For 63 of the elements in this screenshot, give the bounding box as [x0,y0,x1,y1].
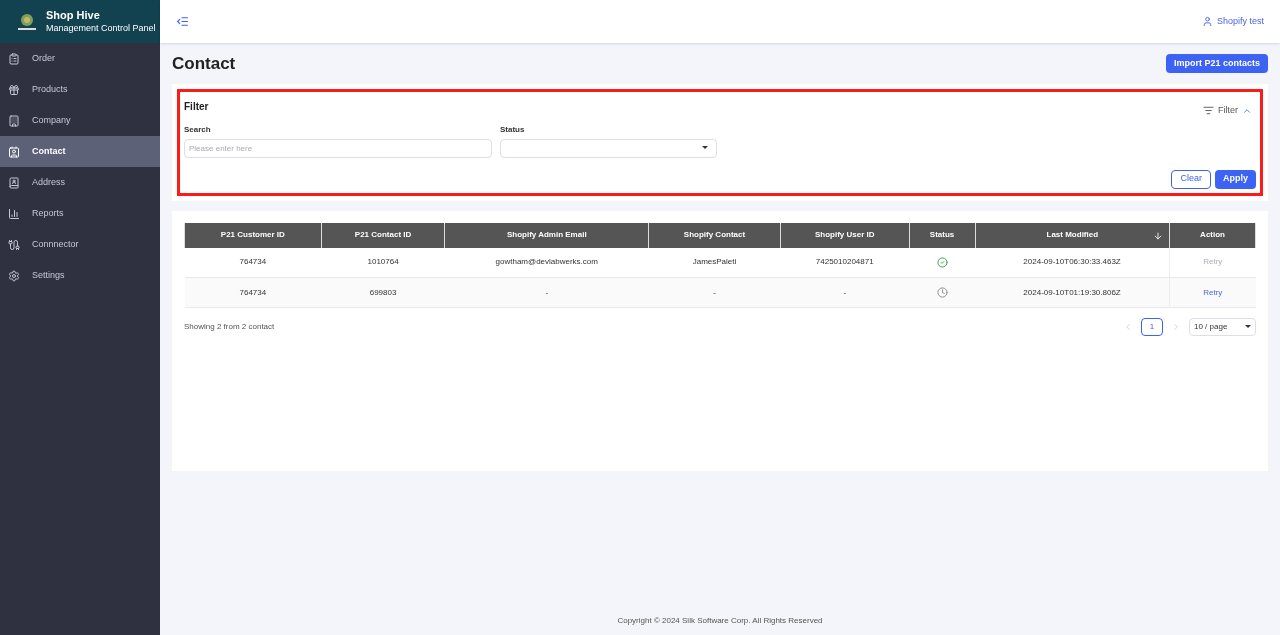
collapse-menu-icon[interactable] [176,15,189,28]
column-header[interactable]: P21 Contact ID [321,222,445,248]
table-cell: - [780,277,910,308]
status-label: Status [500,123,526,136]
page-button[interactable]: 1 [1141,318,1163,336]
search-field[interactable]: Please enter here [184,138,492,158]
settings-icon [8,269,20,282]
table-cell: - [648,277,781,308]
gift-icon [8,83,20,96]
cable-icon [8,238,20,251]
status-dropdown[interactable] [500,138,717,158]
table-cell: 699803 [321,277,445,308]
page-title: Contact [172,52,236,75]
summary-text: Showing 2 from 2 contact [184,321,275,333]
column-header[interactable]: P21 Customer ID [184,222,322,248]
caret-icon [1245,325,1251,329]
table-cell: gowtham@devlabwerks.com [444,247,649,278]
column-header[interactable]: Shopify Admin Email [444,222,649,248]
column-header[interactable]: Shopify Contact [648,222,781,248]
brand-title: Shop Hive [46,9,101,23]
bar-chart-icon [8,207,20,220]
filter-icon [1203,105,1214,117]
table-cell: JamesPaleti [648,247,781,278]
filter-title: Filter [184,100,209,115]
table-cell: 1010764 [321,247,445,278]
next-page-icon[interactable] [1171,322,1181,332]
caret-icon [702,146,708,150]
table-cell: 2024-09-10T01:19:30.806Z [975,277,1170,308]
sidebar-item[interactable]: Settings [0,260,160,291]
table-cell: 764734 [184,277,322,308]
sort-arrow-icon [1153,230,1164,241]
search-label: Search [184,123,212,136]
sidebar-item[interactable]: Address [0,167,160,198]
address-book-icon [8,176,20,189]
clear-button[interactable]: Clear [1171,169,1211,189]
copyright-text: Copyright © 2024 Silk Software Corp. All Rights Reserved [617,615,823,627]
sidebar-item[interactable]: Reports [0,198,160,229]
logo-icon [16,11,38,32]
clipboard-icon [8,52,20,65]
column-header[interactable]: Shopify User ID [780,222,910,248]
page-size-select[interactable]: 10 / page [1189,318,1256,336]
user-menu[interactable]: Shopify test [1201,14,1264,29]
retry-link[interactable]: Retry [1203,286,1223,299]
sidebar-item[interactable]: Connnector [0,229,160,260]
filter-toggle[interactable]: Filter [1203,104,1252,118]
table-cell: 7425010204871 [780,247,910,278]
column-header[interactable]: Action [1169,222,1256,248]
user-icon [1201,16,1213,27]
import-button[interactable]: Import P21 contacts [1165,54,1268,73]
sidebar-item[interactable]: Products [0,74,160,105]
contact-card-icon [8,145,20,158]
table-cell: 2024-09-10T06:30:33.463Z [975,247,1170,278]
sidebar-item[interactable]: Order [0,43,160,74]
table-cell: - [444,277,649,308]
prev-page-icon[interactable] [1123,322,1133,332]
sidebar-item[interactable]: Company [0,105,160,136]
column-header[interactable]: Last Modified [975,222,1170,248]
apply-button[interactable]: Apply [1215,169,1256,189]
building-icon [8,114,20,127]
brand-subtitle: Management Control Panel [46,22,156,34]
table-cell: 764734 [184,247,322,278]
column-header[interactable]: Status [909,222,975,248]
sidebar-item[interactable]: Contact [0,136,160,167]
